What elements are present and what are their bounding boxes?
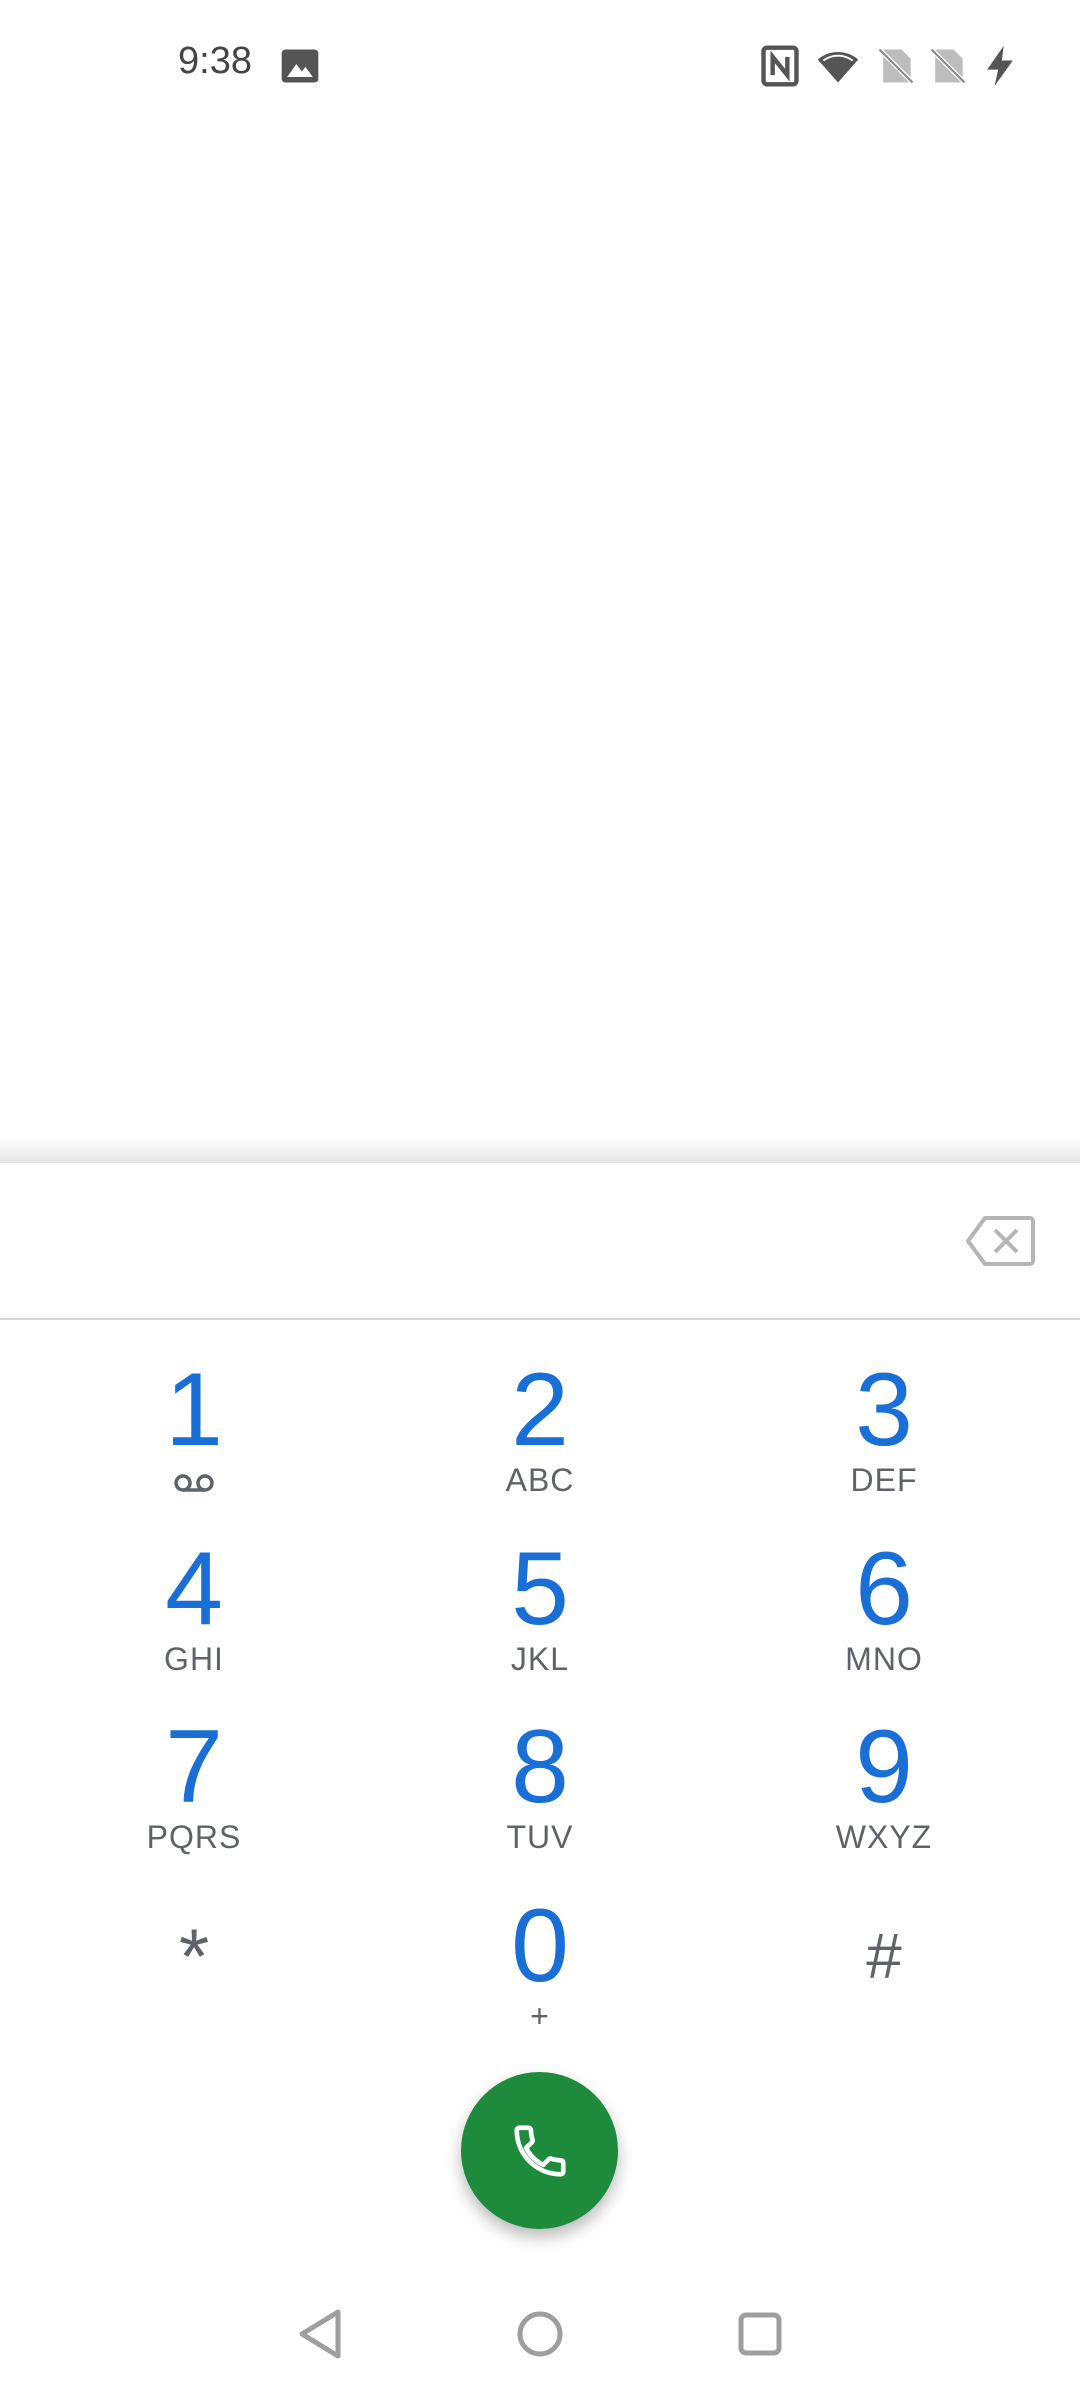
status-bar: 9:38 xyxy=(0,0,1080,135)
key-3[interactable]: 3 DEF xyxy=(734,1350,1034,1520)
recents-icon[interactable] xyxy=(730,2304,790,2364)
key-digit: 9 xyxy=(855,1709,913,1825)
key-4[interactable]: 4 GHI xyxy=(44,1529,344,1699)
key-digit: 8 xyxy=(511,1709,569,1825)
key-letters: WXYZ xyxy=(835,1819,933,1855)
key-7[interactable]: 7 PQRS xyxy=(44,1707,344,1877)
key-digit: 2 xyxy=(511,1352,569,1468)
call-button[interactable] xyxy=(461,2072,618,2229)
key-star[interactable]: * xyxy=(44,1886,344,2056)
key-letters: + xyxy=(530,1998,550,2034)
key-digit: 0 xyxy=(511,1888,569,2004)
voicemail-icon xyxy=(174,1472,214,1494)
dialer-screen: 9:38 1 2 ABC 3 DEF 4 GHI 5 JKL 6 MNO 7 P… xyxy=(0,0,1080,2400)
wifi-icon xyxy=(816,44,860,88)
nfc-icon xyxy=(758,44,802,88)
no-sim-icon xyxy=(926,44,970,88)
key-symbol: # xyxy=(866,1920,902,1992)
key-digit: 6 xyxy=(855,1531,913,1647)
key-pound[interactable]: # xyxy=(734,1886,1034,2056)
backspace-icon[interactable] xyxy=(965,1215,1035,1267)
key-5[interactable]: 5 JKL xyxy=(390,1529,690,1699)
key-1[interactable]: 1 xyxy=(44,1350,344,1520)
digits-field[interactable] xyxy=(0,1163,1080,1320)
key-letters: MNO xyxy=(845,1641,923,1677)
status-time: 9:38 xyxy=(178,40,252,82)
home-icon[interactable] xyxy=(510,2304,570,2364)
charging-icon xyxy=(978,44,1022,88)
no-sim-icon xyxy=(874,44,918,88)
key-0[interactable]: 0 + xyxy=(390,1886,690,2056)
back-icon[interactable] xyxy=(292,2304,352,2364)
key-digit: 4 xyxy=(165,1531,223,1647)
key-8[interactable]: 8 TUV xyxy=(390,1707,690,1877)
key-letters: ABC xyxy=(505,1462,575,1498)
key-letters: DEF xyxy=(850,1462,918,1498)
key-digit: 3 xyxy=(855,1352,913,1468)
key-6[interactable]: 6 MNO xyxy=(734,1529,1034,1699)
key-9[interactable]: 9 WXYZ xyxy=(734,1707,1034,1877)
key-letters: PQRS xyxy=(146,1819,242,1855)
navigation-bar xyxy=(0,2280,1080,2400)
key-digit: 1 xyxy=(165,1352,223,1468)
key-letters: TUV xyxy=(506,1819,574,1855)
image-icon xyxy=(278,44,322,88)
phone-icon xyxy=(514,2125,566,2177)
key-letters: GHI xyxy=(164,1641,224,1677)
key-digit: 7 xyxy=(165,1709,223,1825)
key-letters: JKL xyxy=(510,1641,570,1677)
sheet-shadow xyxy=(0,1136,1080,1164)
key-2[interactable]: 2 ABC xyxy=(390,1350,690,1520)
key-digit: 5 xyxy=(511,1531,569,1647)
key-symbol: * xyxy=(178,1912,210,2000)
